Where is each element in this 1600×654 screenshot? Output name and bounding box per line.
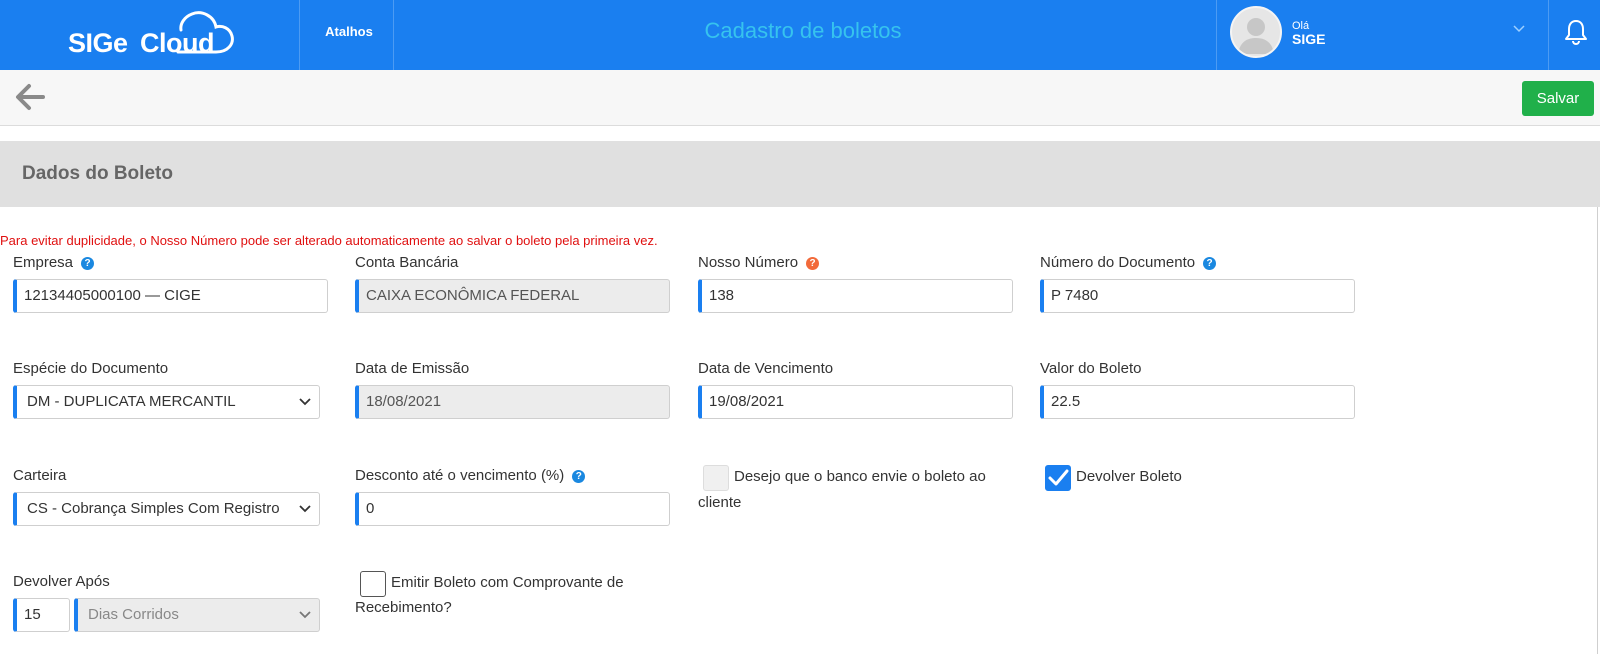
especie-documento-select[interactable]: DM - DUPLICATA MERCANTIL xyxy=(13,385,320,419)
logo-text-sige: SIGe xyxy=(68,28,128,58)
conta-bancaria-label: Conta Bancária xyxy=(355,254,459,271)
carteira-select[interactable]: CS - Cobrança Simples Com Registro xyxy=(13,492,320,526)
avatar xyxy=(1230,6,1282,58)
data-vencimento-field[interactable]: 19/08/2021 xyxy=(698,385,1013,419)
comprovante-checkbox[interactable] xyxy=(360,571,386,597)
devolver-apos-label: Devolver Após xyxy=(13,573,110,590)
devolver-apos-unit-select: Dias Corridos xyxy=(74,598,320,632)
conta-bancaria-field: CAIXA ECONÔMICA FEDERAL xyxy=(355,279,670,313)
data-vencimento-label: Data de Vencimento xyxy=(698,360,834,377)
devolver-boleto-label: Devolver Boleto xyxy=(1076,468,1182,485)
user-menu[interactable]: Olá SIGE xyxy=(1230,6,1530,62)
divider xyxy=(299,0,300,70)
especie-documento-label: Espécie do Documento xyxy=(13,360,169,377)
banco-envia-label-line2: cliente xyxy=(698,494,742,511)
nosso-numero-label-text: Nosso Número xyxy=(698,254,799,271)
comprovante-label-line2: Recebimento? xyxy=(355,599,452,616)
duplicate-warning: Para evitar duplicidade, o Nosso Número … xyxy=(0,233,658,248)
numero-documento-label: Número do Documento? xyxy=(1040,254,1217,271)
desconto-label-text: Desconto até o vencimento (%) xyxy=(355,467,565,484)
divider xyxy=(1216,0,1217,70)
shortcuts-menu[interactable]: Atalhos xyxy=(305,0,393,70)
carteira-value: CS - Cobrança Simples Com Registro xyxy=(27,500,280,517)
banco-envia-label-line1: Desejo que o banco envie o boleto ao xyxy=(734,468,986,485)
user-name: SIGE xyxy=(1292,31,1326,47)
user-silhouette-icon xyxy=(1238,18,1274,54)
arrow-left-icon[interactable] xyxy=(14,82,46,112)
toolbar: Salvar xyxy=(0,70,1600,126)
section-title: Dados do Boleto xyxy=(22,163,173,184)
especie-documento-value: DM - DUPLICATA MERCANTIL xyxy=(27,393,236,410)
top-navbar: SIGe Cloud Atalhos Cadastro de boletos O… xyxy=(0,0,1600,70)
banco-envia-checkbox[interactable] xyxy=(703,465,729,491)
divider xyxy=(1548,0,1549,70)
bell-icon[interactable] xyxy=(1564,18,1588,46)
checkmark-icon xyxy=(1048,469,1069,486)
section-header: Dados do Boleto xyxy=(0,141,1600,207)
empresa-label-text: Empresa xyxy=(13,254,74,271)
divider xyxy=(393,0,394,70)
desconto-label: Desconto até o vencimento (%)? xyxy=(355,467,586,484)
devolver-boleto-checkbox[interactable] xyxy=(1045,465,1071,491)
chevron-down-icon[interactable] xyxy=(1512,24,1526,34)
logo-text-cloud: Cloud xyxy=(140,28,214,58)
help-icon[interactable]: ? xyxy=(81,257,95,270)
valor-boleto-field[interactable]: 22.5 xyxy=(1040,385,1355,419)
chevron-down-icon xyxy=(299,505,311,513)
logo[interactable]: SIGe Cloud xyxy=(66,10,236,60)
divider xyxy=(1597,207,1598,654)
devolver-apos-unit-value: Dias Corridos xyxy=(88,606,179,623)
help-icon[interactable]: ? xyxy=(572,470,586,483)
numero-documento-label-text: Número do Documento xyxy=(1040,254,1196,271)
save-button[interactable]: Salvar xyxy=(1522,81,1594,116)
carteira-label: Carteira xyxy=(13,467,67,484)
help-icon[interactable]: ? xyxy=(806,257,820,270)
numero-documento-field[interactable]: P 7480 xyxy=(1040,279,1355,313)
page-title: Cadastro de boletos xyxy=(704,18,902,43)
nosso-numero-field[interactable]: 138 xyxy=(698,279,1013,313)
devolver-apos-days-field[interactable]: 15 xyxy=(13,598,70,632)
valor-boleto-label: Valor do Boleto xyxy=(1040,360,1142,377)
data-emissao-label: Data de Emissão xyxy=(355,360,470,377)
nosso-numero-label: Nosso Número? xyxy=(698,254,820,271)
desconto-field[interactable]: 0 xyxy=(355,492,670,526)
comprovante-label-line1: Emitir Boleto com Comprovante de xyxy=(391,574,624,591)
empresa-field[interactable]: 12134405000100 — CIGE xyxy=(13,279,328,313)
empresa-label: Empresa? xyxy=(13,254,95,271)
help-icon[interactable]: ? xyxy=(1203,257,1217,270)
chevron-down-icon xyxy=(299,611,311,619)
chevron-down-icon xyxy=(299,398,311,406)
data-emissao-field: 18/08/2021 xyxy=(355,385,670,419)
